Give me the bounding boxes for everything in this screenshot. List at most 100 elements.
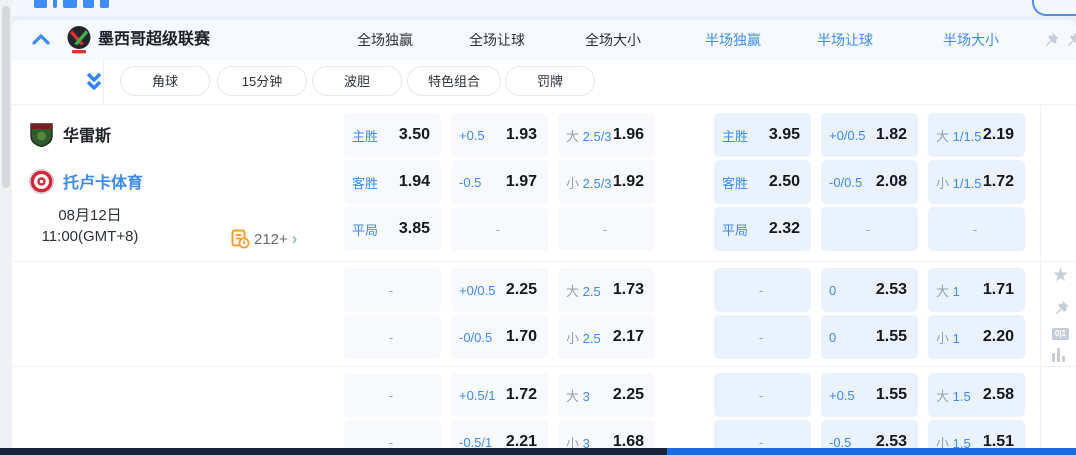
divider — [12, 366, 1076, 367]
odds-cell[interactable]: 大 32.25 — [558, 373, 655, 417]
markets-count-icon — [230, 229, 250, 249]
odds-cell[interactable]: - — [558, 207, 655, 251]
more-markets-link[interactable]: 212+ › — [230, 227, 297, 251]
away-team-row[interactable]: 托卢卡体育 — [28, 166, 143, 196]
odds-label: 大 2.5/3 — [566, 126, 612, 145]
odds-cell[interactable]: - — [821, 207, 918, 251]
odds-row: --0/0.51.70小 2.52.17-01.55小 12.20 — [332, 315, 1022, 359]
odds-cell[interactable]: -0.52.53 — [821, 420, 918, 448]
empty-odds-dash: - — [866, 222, 870, 237]
odds-cell[interactable]: -0.51.97 — [451, 160, 548, 204]
odds-row: 客胜1.94-0.51.97小 2.5/31.92 客胜2.50 -0/0.5 2.0… — [332, 160, 1022, 204]
odds-grid: 主胜3.50 +0.5 1.93 大 2.5/31.96 主胜3.95+0/0.51.8… — [332, 20, 1022, 448]
odds-label: 0 — [829, 330, 836, 345]
odds-value: 2.25 — [506, 281, 537, 299]
odds-value: 1.82 — [876, 126, 907, 144]
match-kickoff-time: 11:00(GMT+8) — [26, 226, 154, 247]
odds-cell[interactable]: 大 2.51.73 — [558, 268, 655, 312]
league-title: 墨西哥超级联赛 — [98, 20, 210, 60]
odds-cell[interactable]: +0.5/11.72 — [451, 373, 548, 417]
odds-cell[interactable]: -0.5/1 2.21 — [451, 420, 548, 448]
odds-cell[interactable]: -0/0.5 2.08 — [821, 160, 918, 204]
odds-value: 1.71 — [983, 281, 1014, 299]
odds-label: -0/0.5 — [829, 175, 862, 190]
odds-value: 2.21 — [506, 433, 537, 448]
odds-cell[interactable]: 客胜2.50 — [714, 160, 811, 204]
odds-cell[interactable]: 02.53 — [821, 268, 918, 312]
odds-row: -+0/0.52.25大 2.51.73-02.53大 11.71 — [332, 268, 1022, 312]
odds-cell[interactable]: +0/0.52.25 — [451, 268, 548, 312]
odds-value: 1.70 — [506, 328, 537, 346]
odds-row: 平局3.85--平局2.32-- — [332, 207, 1022, 251]
stats-bar-chart-icon[interactable] — [1052, 348, 1072, 362]
odds-cell[interactable]: 主胜3.50 — [344, 113, 441, 157]
odds-cell[interactable]: 小 1.51.51 — [928, 420, 1025, 448]
odds-label: 平局 — [722, 220, 748, 239]
odds-cell[interactable]: - — [344, 268, 441, 312]
odds-cell[interactable]: 平局 2.32 — [714, 207, 811, 251]
away-team-name: 托卢卡体育 — [63, 169, 143, 193]
odds-cell[interactable]: - — [451, 207, 548, 251]
odds-value: 2.08 — [876, 173, 907, 191]
odds-label: 大 3 — [566, 386, 590, 405]
empty-odds-dash: - — [389, 388, 393, 403]
odds-cell[interactable]: - — [714, 315, 811, 359]
page-scrollbar-thumb[interactable] — [2, 6, 10, 188]
odds-value: 2.32 — [769, 220, 800, 238]
odds-value: 2.17 — [613, 328, 644, 346]
odds-cell[interactable]: 小 12.20 — [928, 315, 1025, 359]
home-team-row[interactable]: 华雷斯 — [28, 119, 111, 149]
odds-label: 小 1/1.5 — [936, 173, 982, 192]
odds-format-badge-icon[interactable]: 0|1 — [1052, 328, 1069, 340]
odds-cell[interactable]: 大 11.71 — [928, 268, 1025, 312]
odds-cell[interactable]: - — [344, 373, 441, 417]
market-tab-corners[interactable]: 角球 — [120, 66, 210, 96]
odds-cell[interactable]: 01.55 — [821, 315, 918, 359]
favorite-star-icon[interactable]: ★ — [1052, 266, 1072, 286]
collapse-chevron-up-icon[interactable] — [30, 30, 52, 50]
odds-cell[interactable]: 小 31.68 — [558, 420, 655, 448]
bottom-scrollbar-thumb[interactable] — [667, 448, 1076, 455]
odds-value: 1.55 — [876, 386, 907, 404]
odds-cell[interactable]: -0/0.51.70 — [451, 315, 548, 359]
odds-cell[interactable]: +0.5 1.93 — [451, 113, 548, 157]
odds-cell[interactable]: 小 1/1.51.72 — [928, 160, 1025, 204]
odds-cell[interactable]: 大 2.5/31.96 — [558, 113, 655, 157]
odds-cell[interactable]: 小 2.5 2.17 — [558, 315, 655, 359]
odds-cell[interactable]: - — [928, 207, 1025, 251]
market-tab-15min[interactable]: 15分钟 — [217, 66, 307, 96]
odds-value: 1.92 — [613, 173, 644, 191]
odds-label: 小 2.5 — [566, 328, 601, 347]
clipped-pill-button[interactable] — [1032, 0, 1076, 16]
divider — [12, 261, 1076, 262]
odds-cell[interactable]: 平局3.85 — [344, 207, 441, 251]
odds-cell[interactable]: 大 1.52.58 — [928, 373, 1025, 417]
pin-icon[interactable] — [1064, 31, 1076, 49]
odds-cell[interactable]: +0/0.51.82 — [821, 113, 918, 157]
odds-label: +0.5/1 — [459, 388, 496, 403]
odds-value: 1.51 — [983, 433, 1014, 448]
odds-cell[interactable]: - — [714, 268, 811, 312]
odds-label: -0.5/1 — [459, 435, 492, 449]
page-scrollbar-track — [0, 0, 12, 455]
odds-value: 2.58 — [983, 386, 1014, 404]
odds-label: +0.5 — [459, 128, 485, 143]
bottom-scrollbar-track — [0, 448, 1076, 455]
odds-cell[interactable]: 大 1/1.52.19 — [928, 113, 1025, 157]
odds-cell[interactable]: - — [714, 373, 811, 417]
odds-cell[interactable]: 小 2.5/31.92 — [558, 160, 655, 204]
pin-icon[interactable] — [1052, 299, 1072, 319]
odds-cell[interactable]: +0.51.55 — [821, 373, 918, 417]
odds-cell[interactable]: - — [344, 420, 441, 448]
odds-cell[interactable]: - — [714, 420, 811, 448]
odds-value: 1.97 — [506, 173, 537, 191]
odds-value: 1.93 — [506, 126, 537, 144]
pin-icon[interactable] — [1042, 31, 1060, 49]
odds-value: 2.53 — [876, 281, 907, 299]
empty-odds-dash: - — [389, 435, 393, 449]
odds-label: 客胜 — [722, 173, 748, 192]
odds-cell[interactable]: - — [344, 315, 441, 359]
odds-cell[interactable]: 主胜3.95 — [714, 113, 811, 157]
odds-cell[interactable]: 客胜1.94 — [344, 160, 441, 204]
odds-value: 3.85 — [399, 220, 430, 238]
